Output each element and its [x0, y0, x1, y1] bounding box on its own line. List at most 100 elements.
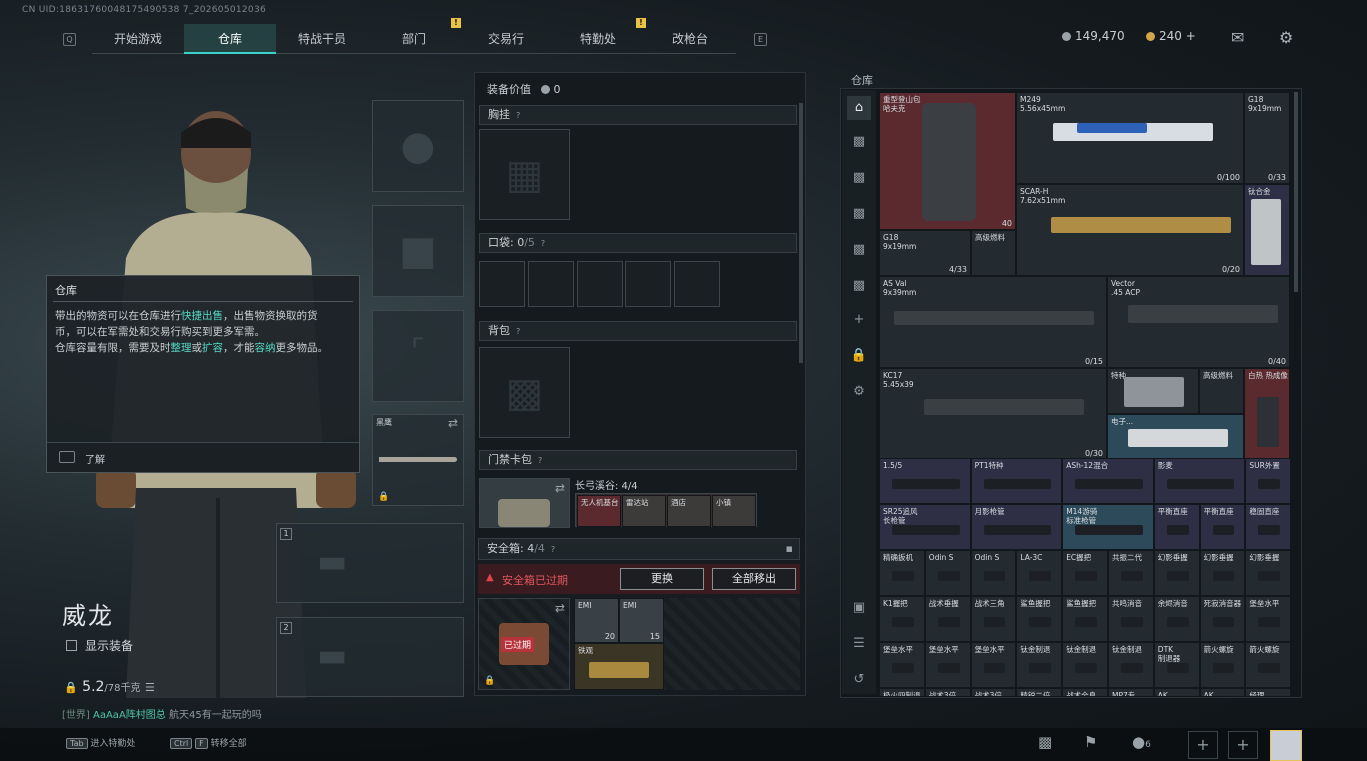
gold-currency[interactable]: 240 +: [1146, 29, 1196, 43]
keycard-item[interactable]: 小镇: [712, 495, 756, 527]
warehouse-item[interactable]: 战术垂握: [924, 596, 971, 642]
warehouse-item[interactable]: 幻影垂握: [1153, 550, 1200, 596]
warehouse-item[interactable]: 电子...: [1107, 414, 1244, 460]
world-chat-line[interactable]: [世界] AaAaA阵村图总 航天45有一起玩的吗: [62, 706, 262, 721]
warehouse-item[interactable]: AK: [1153, 688, 1200, 696]
category-tab-icon[interactable]: ▩: [847, 166, 871, 190]
warehouse-item[interactable]: 鲨鱼握把: [1016, 596, 1063, 642]
warehouse-item[interactable]: 平衡直座: [1153, 504, 1200, 550]
pocket-slot[interactable]: [528, 261, 574, 307]
warehouse-item[interactable]: 堡垒水平: [1245, 596, 1292, 642]
warehouse-item[interactable]: 钛合金: [1244, 184, 1290, 276]
pocket-slot[interactable]: [479, 261, 525, 307]
tab-trade[interactable]: 交易行: [460, 24, 552, 54]
warehouse-item[interactable]: Odin S: [924, 550, 971, 596]
warehouse-item[interactable]: 鲨鱼握把: [1062, 596, 1108, 642]
sort-icon[interactable]: ▣: [847, 596, 871, 620]
mail-icon[interactable]: ✉: [1231, 28, 1244, 47]
keycard-item[interactable]: 酒店: [667, 495, 711, 527]
warehouse-item[interactable]: 战术3倍: [924, 688, 971, 696]
chest-rig-slot[interactable]: ▦: [479, 129, 570, 220]
warehouse-scrollbar[interactable]: [1294, 92, 1298, 292]
warehouse-item[interactable]: 极火四制退: [879, 688, 925, 696]
safe-item[interactable]: EMI 15: [619, 598, 664, 643]
warehouse-item[interactable]: SR25追风 长枪管: [879, 504, 971, 550]
warehouse-item[interactable]: AS Val 9x39mm 0/15: [879, 276, 1107, 368]
flag-icon[interactable]: ⚑: [1084, 733, 1097, 751]
tab-start-game[interactable]: 开始游戏: [92, 24, 184, 54]
help-icon[interactable]: ?: [551, 545, 555, 554]
warehouse-item[interactable]: 高级燃料: [971, 230, 1016, 276]
lock-icon[interactable]: 🔒: [847, 344, 871, 368]
warehouse-item[interactable]: ASh-12混合: [1062, 458, 1154, 504]
warehouse-item[interactable]: 经理: [1245, 688, 1292, 696]
enter-special-ops-hint[interactable]: Tab 进入特勤处: [66, 736, 135, 749]
tooltip-footer[interactable]: 了解: [47, 442, 359, 472]
armor-slot[interactable]: ■: [372, 205, 464, 297]
tab-operators[interactable]: 特战干员: [276, 24, 368, 54]
add-currency-button[interactable]: +: [1186, 29, 1196, 43]
replace-button[interactable]: 更换: [620, 568, 704, 590]
avatar[interactable]: [1270, 730, 1302, 761]
warehouse-item[interactable]: 箭火螺旋: [1199, 642, 1246, 688]
warehouse-item[interactable]: SCAR-H 7.62x51mm 0/20: [1016, 184, 1244, 276]
warehouse-item[interactable]: 高级燃料: [1199, 368, 1244, 414]
gear-icon[interactable]: ⚙: [1279, 28, 1293, 47]
warehouse-item[interactable]: Vector .45 ACP 0/40: [1107, 276, 1290, 368]
warehouse-item[interactable]: 影麦: [1153, 458, 1246, 504]
category-tab-icon[interactable]: ▩: [847, 274, 871, 298]
category-tab-icon[interactable]: ▩: [847, 202, 871, 226]
warehouse-item[interactable]: DTK 制退器: [1153, 642, 1200, 688]
warehouse-item[interactable]: 特种...: [1107, 368, 1199, 414]
layers-icon[interactable]: ☰: [847, 632, 871, 656]
warehouse-item[interactable]: 钛金制退: [1016, 642, 1063, 688]
list-icon[interactable]: ☰: [145, 681, 155, 694]
warehouse-item[interactable]: PT1特种: [970, 458, 1063, 504]
checkbox[interactable]: [66, 640, 77, 651]
warehouse-item[interactable]: 钛金制退: [1062, 642, 1108, 688]
warehouse-item[interactable]: G18 9x19mm 4/33: [879, 230, 971, 276]
warehouse-item[interactable]: 幻影垂握: [1199, 550, 1246, 596]
tab-gunsmith[interactable]: 改枪台: [644, 24, 736, 54]
add-category-icon[interactable]: +: [847, 308, 871, 332]
warehouse-item[interactable]: 稳固直座: [1245, 504, 1292, 550]
category-tab-icon[interactable]: ▩: [847, 130, 871, 154]
all-items-icon[interactable]: ⌂: [847, 96, 871, 120]
keycard-case[interactable]: ⇄: [479, 478, 570, 528]
warehouse-item[interactable]: 幻影垂握: [1245, 550, 1292, 596]
tab-warehouse[interactable]: 仓库: [184, 24, 276, 54]
transfer-all-hint[interactable]: Ctrl F 转移全部: [170, 736, 247, 749]
warehouse-item[interactable]: 战术3倍: [970, 688, 1017, 696]
nav-prev-key[interactable]: Q: [63, 33, 76, 46]
nav-next-key[interactable]: E: [754, 33, 767, 46]
swap-icon[interactable]: ⇄: [448, 416, 458, 430]
warehouse-item[interactable]: K1握把: [879, 596, 925, 642]
warehouse-item[interactable]: 白热 热成像: [1244, 368, 1290, 460]
pin-icon[interactable]: ▪: [786, 539, 793, 559]
backpack-slot[interactable]: ▩: [479, 347, 570, 438]
tab-department[interactable]: 部门: [368, 24, 460, 54]
pistol-slot[interactable]: ⌜: [372, 310, 464, 402]
swap-icon[interactable]: ⇄: [555, 601, 565, 615]
warehouse-item[interactable]: 堡垒水平: [924, 642, 971, 688]
primary-weapon-slot-2[interactable]: 2 ▬: [276, 617, 464, 697]
keycard-item[interactable]: 无人机基台: [577, 495, 621, 527]
tab-special-ops[interactable]: 特勤处: [552, 24, 644, 54]
warehouse-item[interactable]: 共鸣消音: [1108, 596, 1154, 642]
warehouse-item[interactable]: LA-3C: [1016, 550, 1063, 596]
friends-icon[interactable]: ●6: [1132, 733, 1151, 751]
warehouse-item[interactable]: G18 9x19mm 0/33: [1244, 92, 1290, 184]
loadout-scrollbar[interactable]: [799, 103, 803, 363]
add-teammate-button[interactable]: +: [1188, 731, 1218, 759]
pocket-slot[interactable]: [625, 261, 671, 307]
warehouse-item[interactable]: 堡垒水平: [879, 642, 925, 688]
help-icon[interactable]: ?: [516, 111, 520, 120]
warehouse-item[interactable]: 堡垒水平: [970, 642, 1017, 688]
helmet-slot[interactable]: ●: [372, 100, 464, 192]
warehouse-item[interactable]: 重型登山包 哈夫克 40: [879, 92, 1016, 230]
warehouse-item[interactable]: MP7专: [1108, 688, 1154, 696]
warehouse-item[interactable]: 共振二代: [1108, 550, 1154, 596]
primary-weapon-slot-1[interactable]: 1 ▬: [276, 523, 464, 603]
pocket-slot[interactable]: [674, 261, 720, 307]
swap-icon[interactable]: ⇄: [555, 481, 565, 495]
